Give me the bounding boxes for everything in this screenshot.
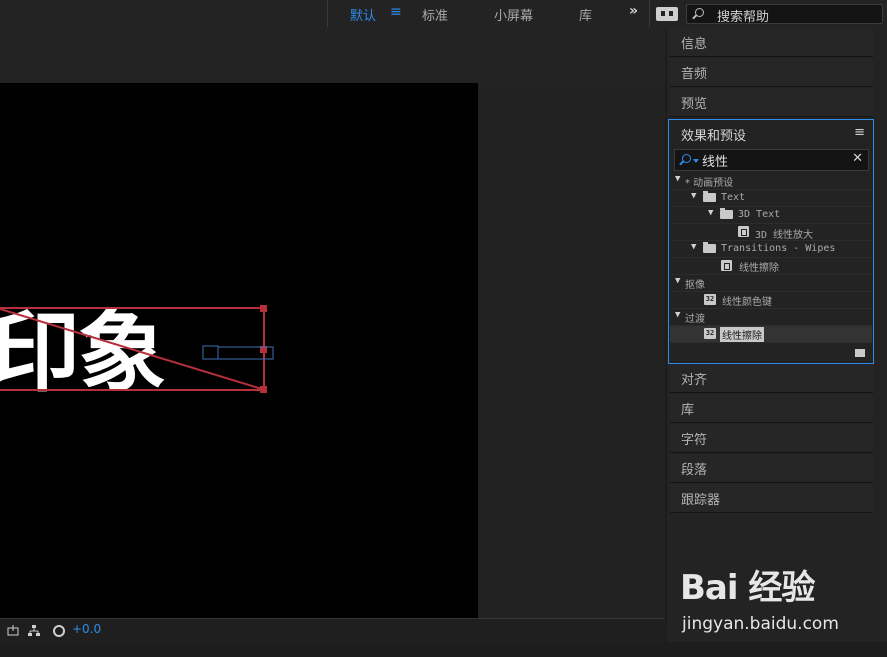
panel-audio[interactable]: 音频 <box>670 58 873 87</box>
panel-libraries[interactable]: 库 <box>670 394 873 423</box>
panel-label: 对齐 <box>681 373 708 388</box>
panel-menu-icon[interactable]: ≡ <box>854 125 865 140</box>
folder-icon <box>703 242 716 253</box>
panel-paragraph[interactable]: 段落 <box>670 454 873 483</box>
divider <box>649 0 650 27</box>
new-bin-icon[interactable] <box>855 349 865 357</box>
tree-row[interactable]: 32 线性颜色键 <box>670 292 872 309</box>
expand-triangle-icon[interactable]: ▼ <box>675 174 680 184</box>
help-search-placeholder: 搜索帮助 <box>717 10 770 25</box>
tree-row[interactable]: ▼ 3D Text <box>670 207 872 224</box>
workspace-libraries[interactable]: 库 <box>579 5 592 24</box>
tree-row[interactable]: ▼ * 动画预设 <box>670 173 872 190</box>
tree-row[interactable]: ▼ Text <box>670 190 872 207</box>
anchor-point-box <box>202 345 219 360</box>
panel-label: 预览 <box>681 97 708 112</box>
panel-label: 库 <box>681 403 695 418</box>
watermark-url: jingyan.baidu.com <box>682 614 839 634</box>
tree-label: Transitions - Wipes <box>721 243 836 254</box>
tree-row[interactable]: ▼ 过渡 <box>670 309 872 326</box>
search-value: 线性 <box>702 155 729 170</box>
expand-triangle-icon[interactable]: ▼ <box>691 242 696 252</box>
animation-preset-icon <box>721 260 732 271</box>
effect-icon: 32 <box>704 294 716 305</box>
panel-label: 音频 <box>681 67 708 82</box>
expand-triangle-icon[interactable]: ▼ <box>691 191 696 201</box>
tree-label: 过渡 <box>685 314 705 325</box>
help-toggle-icon[interactable] <box>656 7 678 21</box>
divider <box>327 0 328 27</box>
tree-label: Text <box>721 192 746 203</box>
tree-label: 3D 线性放大 <box>755 230 814 241</box>
exposure-value[interactable]: +0.0 <box>72 622 101 636</box>
tree-label: 线性擦除 <box>720 327 764 342</box>
expand-triangle-icon[interactable]: ▼ <box>675 310 680 320</box>
workspace-menu-icon[interactable]: ≡ <box>390 4 402 20</box>
tree-row[interactable]: ▼ 抠像 <box>670 275 872 292</box>
panel-label: 跟踪器 <box>681 493 721 508</box>
panel-label: 段落 <box>681 463 708 478</box>
tree-row-selected[interactable]: 32 线性擦除 <box>670 326 872 343</box>
watermark: Bai 经验 jingyan.baidu.com <box>680 560 839 634</box>
tree-label: 线性颜色键 <box>722 297 772 308</box>
folder-icon <box>703 191 716 202</box>
animation-preset-icon <box>738 226 749 237</box>
folder-icon <box>720 208 733 219</box>
panel-preview[interactable]: 预览 <box>670 88 873 117</box>
tree-row[interactable]: ▼ Transitions - Wipes <box>670 241 872 258</box>
tree-label: * 动画预设 <box>685 178 734 189</box>
tree-row[interactable]: 线性擦除 <box>670 258 872 275</box>
region-icon[interactable] <box>7 625 19 637</box>
effects-search-input[interactable]: 线性 ✕ <box>674 149 869 171</box>
flowchart-icon[interactable] <box>28 625 40 637</box>
panel-title[interactable]: 效果和预设 <box>681 125 746 144</box>
expand-triangle-icon[interactable]: ▼ <box>675 276 680 286</box>
transform-handle <box>260 386 267 393</box>
composition-canvas[interactable]: 印象 <box>0 83 478 618</box>
reset-exposure-icon[interactable] <box>53 625 65 637</box>
workspace-bar: 默认 ≡ 标准 小屏幕 库 » 搜索帮助 <box>0 0 887 27</box>
tree-label: 3D Text <box>738 209 781 220</box>
close-icon[interactable]: ✕ <box>852 151 863 166</box>
pasteboard <box>478 83 665 618</box>
workspace-default[interactable]: 默认 <box>350 5 376 24</box>
panel-align[interactable]: 对齐 <box>670 364 873 393</box>
chevron-down-icon[interactable] <box>693 159 699 163</box>
search-icon <box>682 154 691 163</box>
transform-handle <box>260 305 267 312</box>
viewer-footer: +0.0 <box>0 618 665 643</box>
workspace-small-screen[interactable]: 小屏幕 <box>494 5 533 24</box>
panel-character[interactable]: 字符 <box>670 424 873 453</box>
tree-label: 线性擦除 <box>739 263 779 274</box>
effect-icon: 32 <box>704 328 716 339</box>
panel-tracker[interactable]: 跟踪器 <box>670 484 873 513</box>
workspace-standard[interactable]: 标准 <box>422 5 448 24</box>
watermark-brand: Bai 经验 <box>680 568 815 608</box>
chevron-double-right-icon[interactable]: » <box>629 3 638 19</box>
panel-info[interactable]: 信息 <box>670 28 873 57</box>
panel-label: 字符 <box>681 433 708 448</box>
tree-row[interactable]: 3D 线性放大 <box>670 224 872 241</box>
panel-label: 信息 <box>681 37 708 52</box>
help-search-input[interactable]: 搜索帮助 <box>686 4 883 25</box>
composition-svg: 印象 <box>0 301 274 404</box>
expand-triangle-icon[interactable]: ▼ <box>708 208 713 218</box>
tree-label: 抠像 <box>685 280 705 291</box>
search-icon <box>695 8 704 17</box>
effects-and-presets-panel: 效果和预设 ≡ 线性 ✕ ▼ * 动画预设 ▼ Text ▼ 3D Text 3… <box>668 119 874 364</box>
